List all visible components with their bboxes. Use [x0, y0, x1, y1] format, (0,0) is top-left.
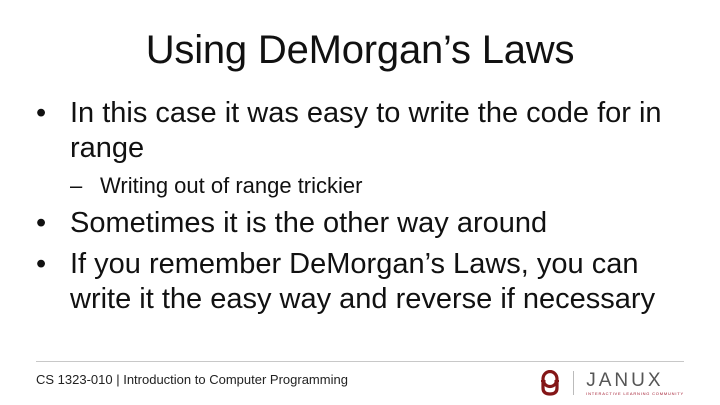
- bullet-dot-icon: •: [36, 97, 47, 129]
- logo-separator: [573, 371, 575, 395]
- bullet-text: Sometimes it is the other way around: [70, 207, 548, 239]
- logo-area: JANUX INTERACTIVE LEARNING COMMUNITY: [539, 368, 684, 398]
- janux-tagline: INTERACTIVE LEARNING COMMUNITY: [586, 390, 684, 396]
- sub-bullet-text: Writing out of range trickier: [100, 173, 363, 198]
- sub-bullet-dash-icon: –: [70, 173, 83, 198]
- janux-logo: JANUX INTERACTIVE LEARNING COMMUNITY: [586, 369, 684, 396]
- bullet-item: • In this case it was easy to write the …: [36, 96, 696, 166]
- course-footer: CS 1323-010 | Introduction to Computer P…: [36, 372, 348, 387]
- bullet-dot-icon: •: [36, 207, 47, 239]
- bullet-text: In this case it was easy to write the co…: [70, 97, 662, 164]
- bullet-list: • In this case it was easy to write the …: [36, 96, 696, 323]
- footer-divider: [36, 361, 684, 362]
- slide-title: Using DeMorgan’s Laws: [145, 28, 575, 72]
- ou-logo-icon: [541, 370, 560, 396]
- bullet-item: • If you remember DeMorgan’s Laws, you c…: [36, 247, 696, 317]
- bullet-dot-icon: •: [36, 248, 47, 280]
- janux-wordmark: JANUX: [586, 369, 664, 391]
- bullet-item: • Sometimes it is the other way around: [36, 206, 696, 241]
- bullet-text: If you remember DeMorgan’s Laws, you can…: [70, 248, 656, 315]
- slide: Using DeMorgan’s Laws • In this case it …: [0, 0, 720, 405]
- sub-bullet-item: – Writing out of range trickier: [36, 172, 696, 200]
